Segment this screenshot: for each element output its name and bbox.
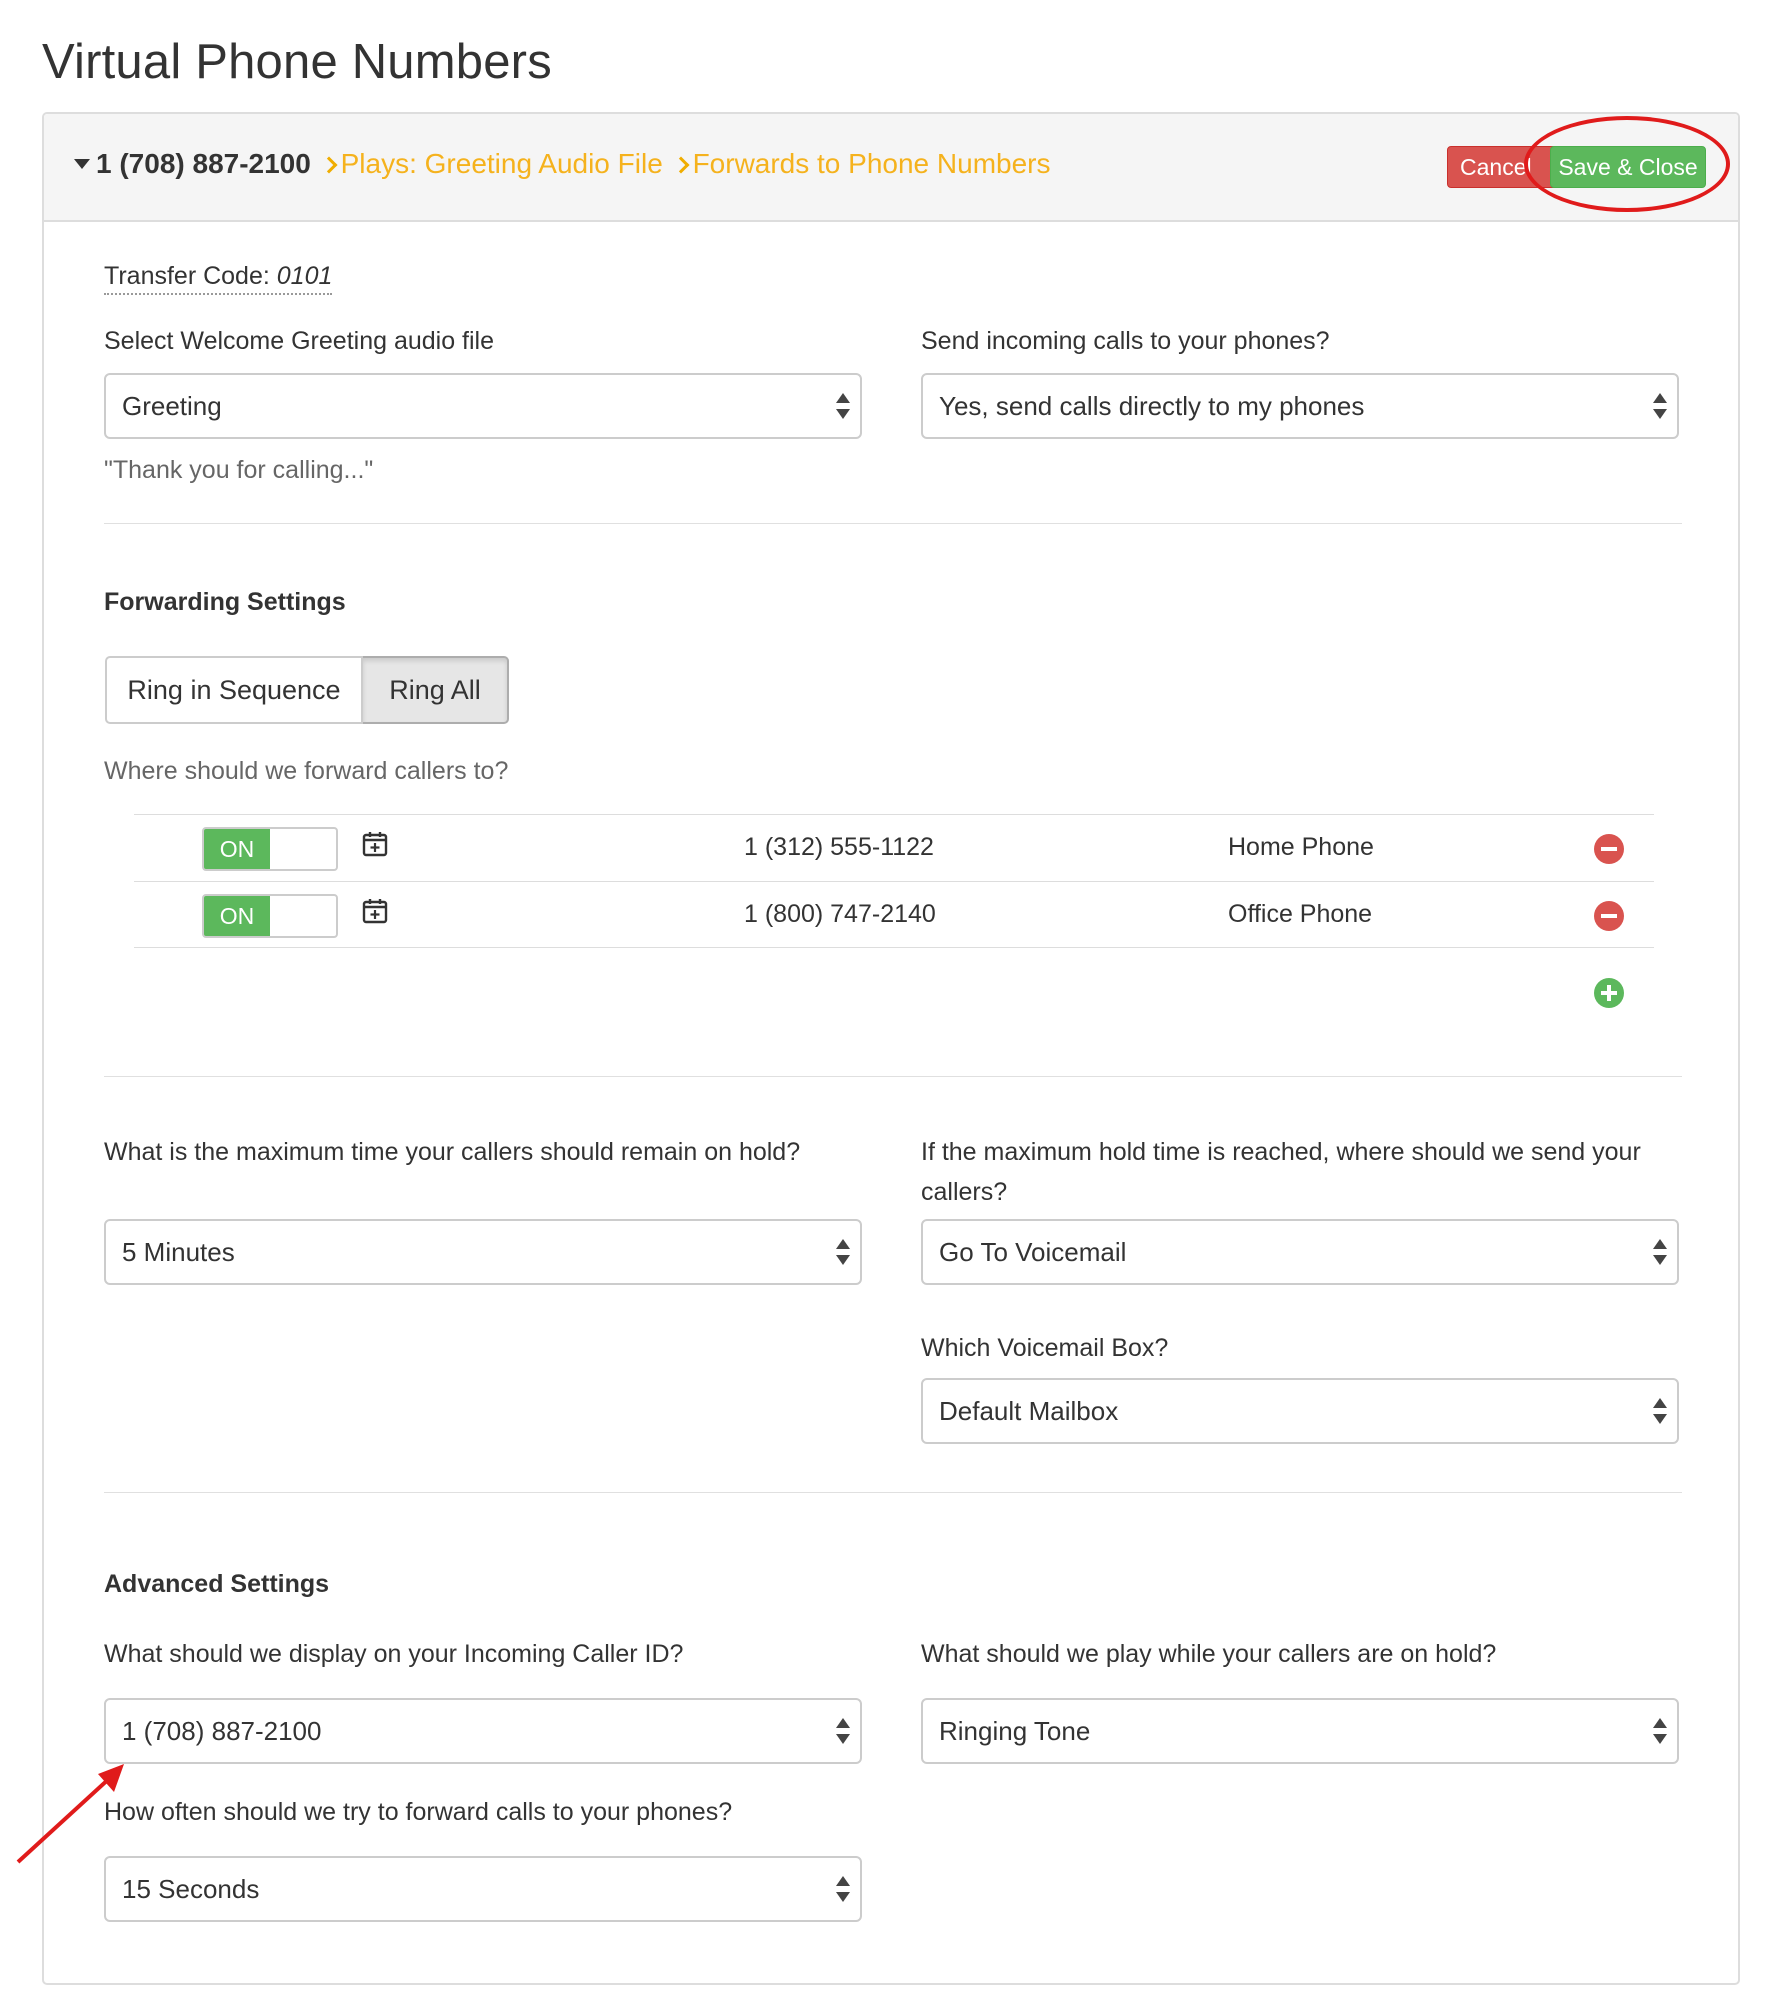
retry-select[interactable]: 15 Seconds — [104, 1856, 862, 1922]
caller-id-label: What should we display on your Incoming … — [104, 1640, 684, 1668]
greeting-select-value: Greeting — [122, 390, 222, 421]
select-arrows-icon — [836, 1716, 850, 1746]
select-arrows-icon — [836, 1237, 850, 1267]
caret-down-icon[interactable] — [74, 158, 90, 169]
transfer-code: Transfer Code: 0101 — [104, 262, 333, 295]
greeting-preview: "Thank you for calling..." — [104, 456, 374, 484]
ring-mode-toggle: Ring in Sequence Ring All — [105, 656, 509, 724]
calendar-add-icon[interactable] — [362, 831, 388, 857]
breadcrumb-forwards[interactable]: Forwards to Phone Numbers — [693, 148, 1051, 179]
send-calls-select-value: Yes, send calls directly to my phones — [939, 390, 1365, 421]
voicemail-box-select-value: Default Mailbox — [939, 1395, 1119, 1426]
forward-list: ON 1 (312) 555-1122 Home Phone ON 1 (800… — [134, 814, 1654, 948]
breadcrumb-number[interactable]: 1 (708) 887-2100 — [96, 148, 311, 179]
hold-reached-select-value: Go To Voicemail — [939, 1236, 1127, 1267]
max-hold-select[interactable]: 5 Minutes — [104, 1219, 862, 1285]
caller-id-select-value: 1 (708) 887-2100 — [122, 1715, 322, 1746]
forward-number: 1 (800) 747-2140 — [744, 900, 936, 928]
max-hold-select-value: 5 Minutes — [122, 1236, 235, 1267]
panel-header: 1 (708) 887-2100 Plays: Greeting Audio F… — [44, 114, 1738, 222]
select-arrows-icon — [1653, 391, 1667, 421]
hold-reached-select[interactable]: Go To Voicemail — [921, 1219, 1679, 1285]
select-arrows-icon — [836, 1874, 850, 1904]
toggle-on-label: ON — [204, 896, 270, 936]
transfer-code-label: Transfer Code: — [104, 262, 270, 290]
divider — [104, 523, 1682, 524]
caller-id-select[interactable]: 1 (708) 887-2100 — [104, 1698, 862, 1764]
page-title: Virtual Phone Numbers — [42, 35, 552, 89]
forwarding-settings-title: Forwarding Settings — [104, 588, 346, 616]
voicemail-box-label: Which Voicemail Box? — [921, 1334, 1169, 1362]
hold-play-label: What should we play while your callers a… — [921, 1640, 1497, 1668]
forward-toggle[interactable]: ON — [202, 894, 338, 938]
forward-label: Office Phone — [1228, 900, 1373, 928]
send-calls-label: Send incoming calls to your phones? — [921, 327, 1330, 355]
divider — [104, 1076, 1682, 1077]
greeting-label: Select Welcome Greeting audio file — [104, 327, 495, 355]
select-arrows-icon — [836, 391, 850, 421]
remove-icon[interactable] — [1594, 834, 1624, 864]
save-close-button[interactable]: Save & Close — [1550, 146, 1706, 188]
ring-all-button[interactable]: Ring All — [363, 656, 509, 724]
max-hold-label: What is the maximum time your callers sh… — [104, 1138, 801, 1166]
calendar-add-icon[interactable] — [362, 898, 388, 924]
retry-label: How often should we try to forward calls… — [104, 1798, 733, 1826]
phone-number-panel: 1 (708) 887-2100 Plays: Greeting Audio F… — [42, 112, 1740, 1985]
retry-select-value: 15 Seconds — [122, 1873, 260, 1904]
remove-icon[interactable] — [1594, 901, 1624, 931]
select-arrows-icon — [1653, 1237, 1667, 1267]
forward-toggle[interactable]: ON — [202, 827, 338, 871]
page: Virtual Phone Numbers 1 (708) 887-2100 P… — [0, 0, 1776, 2008]
select-arrows-icon — [1653, 1396, 1667, 1426]
chevron-right-icon — [320, 156, 338, 174]
select-arrows-icon — [1653, 1716, 1667, 1746]
chevron-right-icon — [672, 156, 690, 174]
greeting-select[interactable]: Greeting — [104, 373, 862, 439]
breadcrumb-greeting[interactable]: Plays: Greeting Audio File — [341, 148, 663, 179]
advanced-settings-title: Advanced Settings — [104, 1570, 330, 1598]
hold-play-select[interactable]: Ringing Tone — [921, 1698, 1679, 1764]
forward-label: Home Phone — [1228, 833, 1374, 861]
hold-play-select-value: Ringing Tone — [939, 1715, 1091, 1746]
forward-row: ON 1 (312) 555-1122 Home Phone — [134, 814, 1654, 881]
transfer-code-value: 0101 — [276, 262, 333, 290]
cancel-button[interactable]: Cancel — [1447, 146, 1557, 188]
ring-in-sequence-button[interactable]: Ring in Sequence — [105, 656, 363, 724]
hold-reached-label: If the maximum hold time is reached, whe… — [921, 1138, 1641, 1206]
breadcrumb: 1 (708) 887-2100 Plays: Greeting Audio F… — [74, 148, 1051, 180]
voicemail-box-select[interactable]: Default Mailbox — [921, 1378, 1679, 1444]
forward-number: 1 (312) 555-1122 — [744, 833, 934, 861]
forward-row: ON 1 (800) 747-2140 Office Phone — [134, 881, 1654, 948]
send-calls-select[interactable]: Yes, send calls directly to my phones — [921, 373, 1679, 439]
forward-where-label: Where should we forward callers to? — [104, 757, 509, 785]
toggle-on-label: ON — [204, 829, 270, 869]
divider — [104, 1492, 1682, 1493]
add-icon[interactable] — [1594, 978, 1624, 1008]
